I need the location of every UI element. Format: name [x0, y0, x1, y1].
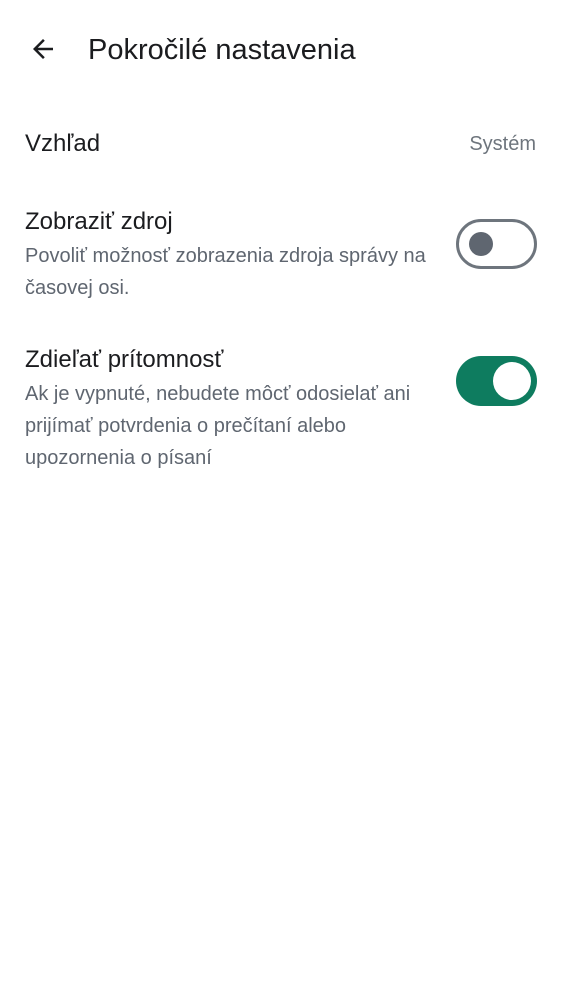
share-presence-toggle[interactable] — [456, 356, 537, 406]
setting-show-source-description: Povoliť možnosť zobrazenia zdroja správy… — [25, 245, 426, 299]
setting-share-presence: Zdieľať prítomnosť Ak je vypnuté, nebude… — [0, 338, 562, 478]
toggle-knob — [469, 232, 493, 256]
setting-share-presence-title: Zdieľať prítomnosť — [25, 346, 224, 373]
setting-appearance-title: Vzhľad — [25, 130, 101, 157]
app-bar: Pokročilé nastavenia — [0, 0, 562, 100]
setting-show-source: Zobraziť zdroj Povoliť možnosť zobrazeni… — [0, 200, 562, 310]
show-source-toggle[interactable] — [456, 219, 537, 269]
page-title: Pokročilé nastavenia — [88, 34, 356, 66]
arrow-left-icon — [33, 39, 53, 59]
setting-appearance[interactable]: Vzhľad Systém — [0, 120, 562, 170]
back-button[interactable] — [20, 26, 66, 72]
toggle-knob — [493, 362, 531, 400]
setting-show-source-title: Zobraziť zdroj — [25, 208, 173, 235]
setting-share-presence-description: Ak je vypnuté, nebudete môcť odosielať a… — [25, 383, 411, 469]
setting-appearance-value: Systém — [469, 133, 536, 155]
